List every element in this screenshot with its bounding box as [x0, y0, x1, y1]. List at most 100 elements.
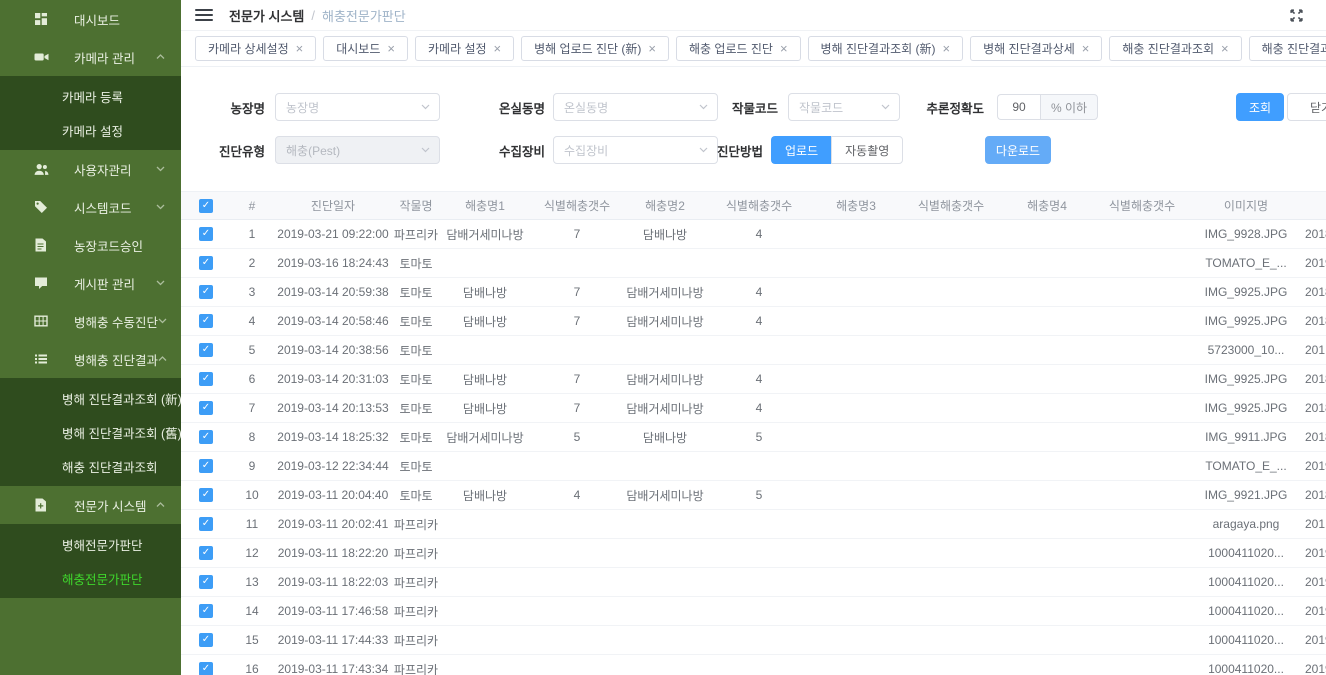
sidebar-item-expert-system[interactable]: 전문가 시스템 — [0, 486, 181, 524]
tab-close-icon[interactable]: × — [943, 42, 951, 55]
sidebar-item-camera-settings[interactable]: 카메라 설정 — [0, 113, 181, 147]
tab[interactable]: ● 대시보드 × — [323, 36, 408, 61]
sidebar-item-disease-expert[interactable]: 병해전문가판단 — [0, 527, 181, 561]
table-row[interactable]: 9 2019-03-12 22:34:44 토마토 TOMATO_E_... 2… — [181, 452, 1326, 481]
tab[interactable]: ● 해충 진단결과상세 × — [1249, 36, 1326, 61]
tab-close-icon[interactable]: × — [494, 42, 502, 55]
sidebar-item-label: 카메라 설정 — [62, 121, 123, 140]
sidebar-item-user-management[interactable]: 사용자관리 — [0, 150, 181, 188]
select-all-checkbox[interactable] — [199, 199, 213, 213]
row-checkbox[interactable] — [199, 227, 213, 241]
tab-close-icon[interactable]: × — [1221, 42, 1229, 55]
table-row[interactable]: 11 2019-03-11 20:02:41 파프리카 aragaya.png … — [181, 510, 1326, 539]
table-row[interactable]: 6 2019-03-14 20:31:03 토마토 담배나방 7 담배거세미나방… — [181, 365, 1326, 394]
row-checkbox[interactable] — [199, 488, 213, 502]
chevron-down-icon — [421, 147, 430, 153]
table-row[interactable]: 10 2019-03-11 20:04:40 토마토 담배나방 4 담배거세미나… — [181, 481, 1326, 510]
tab[interactable]: ● 병해 진단결과조회 (新) × — [808, 36, 964, 61]
row-checkbox[interactable] — [199, 314, 213, 328]
row-checkbox-cell — [181, 401, 231, 415]
table-row[interactable]: 2 2019-03-16 18:24:43 토마토 TOMATO_E_... 2… — [181, 249, 1326, 278]
sidebar-item-manual-diagnosis[interactable]: 병해충 수동진단 — [0, 302, 181, 340]
table-row[interactable]: 8 2019-03-14 18:25:32 토마토 담배거세미나방 5 담배나방… — [181, 423, 1326, 452]
table-row[interactable]: 7 2019-03-14 20:13:53 토마토 담배나방 7 담배거세미나방… — [181, 394, 1326, 423]
row-checkbox[interactable] — [199, 401, 213, 415]
sidebar-item-pest-expert[interactable]: 해충전문가판단 — [0, 561, 181, 595]
diagnosis-type-select[interactable]: 해충(Pest) — [275, 136, 440, 164]
filter-panel: 농장명 농장명 온실동명 온실동명 작물코드 작물코드 추론정확도 — [181, 67, 1326, 191]
table-row[interactable]: 1 2019-03-21 09:22:00 파프리카 담배거세미나방 7 담배나… — [181, 220, 1326, 249]
tab-close-icon[interactable]: × — [648, 42, 656, 55]
tab[interactable]: ● 카메라 상세설정 × — [195, 36, 316, 61]
sidebar-item-system-code[interactable]: 시스템코드 — [0, 188, 181, 226]
sidebar-item-camera-register[interactable]: 카메라 등록 — [0, 79, 181, 113]
sidebar-item-dashboard[interactable]: 대시보드 — [0, 0, 181, 38]
cell-pest-count-1: 7 — [531, 372, 623, 386]
tab-close-icon[interactable]: × — [1082, 42, 1090, 55]
row-checkbox[interactable] — [199, 343, 213, 357]
table-row[interactable]: 14 2019-03-11 17:46:58 파프리카 1000411020..… — [181, 597, 1326, 626]
row-checkbox[interactable] — [199, 285, 213, 299]
row-checkbox[interactable] — [199, 430, 213, 444]
cell-pest-count-1: 7 — [531, 227, 623, 241]
column-header: 식별해충갯수 — [901, 197, 1001, 214]
tab[interactable]: ● 해충 업로드 진단 × — [676, 36, 801, 61]
sidebar-item-pest-results[interactable]: 해충 진단결과조회 — [0, 449, 181, 483]
tab[interactable]: ● 병해 업로드 진단 (新) × — [521, 36, 669, 61]
tab-close-icon[interactable]: × — [780, 42, 788, 55]
cell-registered-date: 2018 — [1301, 401, 1326, 415]
menu-icon[interactable] — [195, 9, 213, 21]
document-icon — [34, 238, 50, 252]
cell-crop-name: 파프리카 — [393, 226, 439, 243]
upload-toggle-button[interactable]: 업로드 — [771, 136, 831, 164]
row-checkbox-cell — [181, 488, 231, 502]
table-row[interactable]: 15 2019-03-11 17:44:33 파프리카 1000411020..… — [181, 626, 1326, 655]
accuracy-input[interactable] — [997, 94, 1040, 120]
row-checkbox[interactable] — [199, 633, 213, 647]
sidebar-item-farm-code-approval[interactable]: 농장코드승인 — [0, 226, 181, 264]
tab[interactable]: ● 카메라 설정 × — [415, 36, 514, 61]
tab-close-icon[interactable]: × — [387, 42, 395, 55]
tab[interactable]: ● 해충 진단결과조회 × — [1109, 36, 1241, 61]
sidebar-item-diagnosis-results[interactable]: 병해충 진단결과 — [0, 340, 181, 378]
auto-capture-toggle-button[interactable]: 자동촬영 — [831, 136, 903, 164]
fullscreen-icon[interactable] — [1289, 8, 1304, 23]
sidebar-item-camera-management[interactable]: 카메라 관리 — [0, 38, 181, 76]
cell-diagnosis-date: 2019-03-14 20:38:56 — [273, 343, 393, 357]
cell-registered-date: 2018 — [1301, 285, 1326, 299]
row-checkbox[interactable] — [199, 372, 213, 386]
tab[interactable]: ● 병해 진단결과상세 × — [970, 36, 1102, 61]
row-checkbox[interactable] — [199, 459, 213, 473]
sidebar-submenu-expert-system: 병해전문가판단 해충전문가판단 — [0, 524, 181, 598]
tab-close-icon[interactable]: × — [296, 42, 304, 55]
farm-name-select[interactable]: 농장명 — [275, 93, 440, 121]
row-checkbox[interactable] — [199, 575, 213, 589]
filter-row-2: 진단유형 해충(Pest) 수집장비 수집장비 진단방법 업로드 자동촬영 다운… — [195, 136, 1326, 164]
breadcrumb-section[interactable]: 전문가 시스템 — [229, 6, 304, 25]
crop-code-select[interactable]: 작물코드 — [788, 93, 900, 121]
equipment-select[interactable]: 수집장비 — [553, 136, 718, 164]
row-checkbox[interactable] — [199, 604, 213, 618]
greenhouse-select[interactable]: 온실동명 — [553, 93, 718, 121]
cell-crop-name: 파프리카 — [393, 545, 439, 562]
table-row[interactable]: 4 2019-03-14 20:58:46 토마토 담배나방 7 담배거세미나방… — [181, 307, 1326, 336]
sidebar-item-disease-results-new[interactable]: 병해 진단결과조회 (新) — [0, 381, 181, 415]
sidebar-item-disease-results-old[interactable]: 병해 진단결과조회 (舊) — [0, 415, 181, 449]
table-row[interactable]: 3 2019-03-14 20:59:38 토마토 담배나방 7 담배거세미나방… — [181, 278, 1326, 307]
row-checkbox[interactable] — [199, 662, 213, 675]
cell-pest-name-2: 담배거세미나방 — [623, 487, 707, 504]
search-button[interactable]: 조회 — [1236, 93, 1284, 121]
table-row[interactable]: 13 2019-03-11 18:22:03 파프리카 1000411020..… — [181, 568, 1326, 597]
row-checkbox[interactable] — [199, 546, 213, 560]
table-row[interactable]: 5 2019-03-14 20:38:56 토마토 5723000_10... … — [181, 336, 1326, 365]
sidebar-item-board-management[interactable]: 게시판 관리 — [0, 264, 181, 302]
download-button[interactable]: 다운로드 — [985, 136, 1051, 164]
row-checkbox[interactable] — [199, 256, 213, 270]
close-button[interactable]: 닫기 — [1287, 93, 1326, 121]
row-checkbox[interactable] — [199, 517, 213, 531]
table-row[interactable]: 12 2019-03-11 18:22:20 파프리카 1000411020..… — [181, 539, 1326, 568]
crop-code-label: 작물코드 — [723, 98, 778, 117]
cell-pest-count-1: 7 — [531, 285, 623, 299]
sidebar-item-label: 대시보드 — [74, 10, 120, 29]
table-row[interactable]: 16 2019-03-11 17:43:34 파프리카 1000411020..… — [181, 655, 1326, 675]
